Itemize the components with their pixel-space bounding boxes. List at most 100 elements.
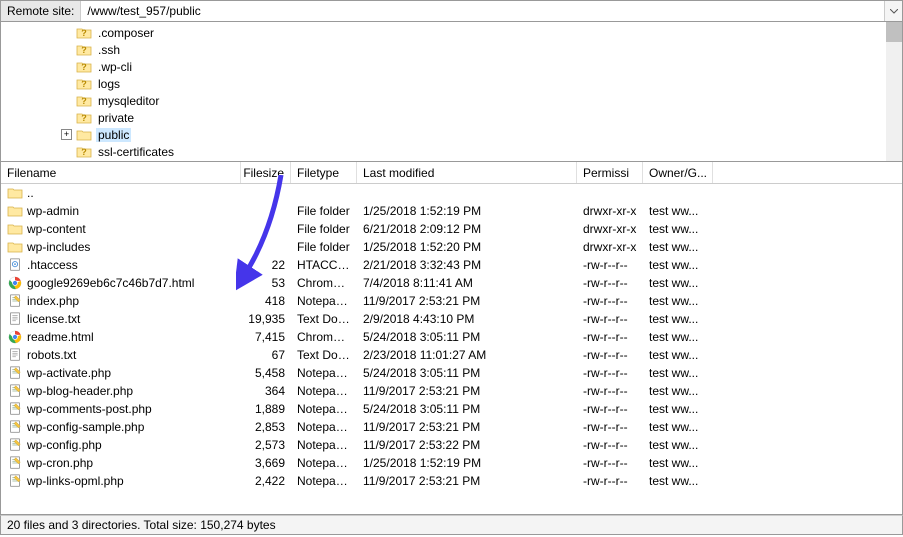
cell-modified: 11/9/2017 2:53:21 PM xyxy=(357,420,577,434)
cell-permissions: -rw-r--r-- xyxy=(577,258,643,272)
cell-filetype: Notepad... xyxy=(291,438,357,452)
tree-item[interactable]: +?logs xyxy=(1,75,902,92)
remote-path-dropdown[interactable] xyxy=(884,1,902,21)
cell-filesize: 7,415 xyxy=(241,330,291,344)
column-header-modified[interactable]: Last modified xyxy=(357,162,577,183)
notepad-icon xyxy=(7,402,23,416)
cell-filesize: 67 xyxy=(241,348,291,362)
file-row[interactable]: wp-comments-post.php1,889Notepad...5/24/… xyxy=(1,400,902,418)
notepad-icon xyxy=(7,474,23,488)
text-file-icon xyxy=(7,312,23,326)
chrome-icon xyxy=(7,330,23,344)
cell-permissions: -rw-r--r-- xyxy=(577,438,643,452)
folder-unknown-icon: ? xyxy=(76,94,92,108)
filename-text: wp-cron.php xyxy=(27,456,93,470)
filename-text: wp-config-sample.php xyxy=(27,420,144,434)
file-row[interactable]: wp-config-sample.php2,853Notepad...11/9/… xyxy=(1,418,902,436)
tree-item-label: public xyxy=(96,128,131,142)
filename-text: wp-admin xyxy=(27,204,79,218)
folder-unknown-icon: ? xyxy=(76,43,92,57)
cell-permissions: -rw-r--r-- xyxy=(577,294,643,308)
filename-text: wp-content xyxy=(27,222,86,236)
file-row[interactable]: wp-config.php2,573Notepad...11/9/2017 2:… xyxy=(1,436,902,454)
cell-filesize: 364 xyxy=(241,384,291,398)
cell-filetype: Notepad... xyxy=(291,402,357,416)
file-row[interactable]: wp-includesFile folder1/25/2018 1:52:20 … xyxy=(1,238,902,256)
file-row[interactable]: wp-links-opml.php2,422Notepad...11/9/201… xyxy=(1,472,902,490)
cell-owner: test ww... xyxy=(643,222,713,236)
folder-icon xyxy=(7,240,23,254)
cell-modified: 1/25/2018 1:52:19 PM xyxy=(357,456,577,470)
file-row[interactable]: wp-content File folder6/21/2018 2:09:12 P… xyxy=(1,220,902,238)
notepad-icon xyxy=(7,456,23,470)
cell-filename: wp-admin xyxy=(1,204,241,218)
cell-filesize: 2,853 xyxy=(241,420,291,434)
htaccess-icon xyxy=(7,258,23,272)
cell-owner: test ww... xyxy=(643,456,713,470)
tree-item[interactable]: +?ssl-certificates xyxy=(1,143,902,160)
cell-modified: 1/25/2018 1:52:19 PM xyxy=(357,204,577,218)
notepad-icon xyxy=(7,366,23,380)
cell-filename: .htaccess xyxy=(1,258,241,272)
tree-item-label: logs xyxy=(96,77,122,91)
file-row[interactable]: wp-cron.php 3,669Notepad...1/25/2018 1:52… xyxy=(1,454,902,472)
remote-path-input[interactable] xyxy=(81,2,884,20)
file-row[interactable]: wp-adminFile folder1/25/2018 1:52:19 PMd… xyxy=(1,202,902,220)
file-row[interactable]: readme.html7,415Chrome ...5/24/2018 3:05… xyxy=(1,328,902,346)
tree-item[interactable]: +?.ssh xyxy=(1,41,902,58)
cell-filetype: File folder xyxy=(291,222,357,236)
file-row[interactable]: .htaccess22HTACCE...2/21/2018 3:32:43 PM… xyxy=(1,256,902,274)
filename-text: wp-comments-post.php xyxy=(27,402,152,416)
tree-item-label: .composer xyxy=(96,26,156,40)
file-row[interactable]: wp-activate.php5,458Notepad...5/24/2018 … xyxy=(1,364,902,382)
cell-filename: robots.txt xyxy=(1,348,241,362)
column-header-owner[interactable]: Owner/G... xyxy=(643,162,713,183)
filename-text: wp-links-opml.php xyxy=(27,474,124,488)
cell-filesize: 3,669 xyxy=(241,456,291,470)
cell-filename: wp-activate.php xyxy=(1,366,241,380)
svg-text:?: ? xyxy=(81,45,87,55)
file-row[interactable]: robots.txt67Text Doc...2/23/2018 11:01:2… xyxy=(1,346,902,364)
scrollbar-thumb[interactable] xyxy=(886,22,902,42)
cell-filesize: 53 xyxy=(241,276,291,290)
file-row[interactable]: license.txt19,935Text Doc...2/9/2018 4:4… xyxy=(1,310,902,328)
file-row[interactable]: index.php418Notepad...11/9/2017 2:53:21 … xyxy=(1,292,902,310)
file-row[interactable]: .. xyxy=(1,184,902,202)
file-row[interactable]: google9269eb6c7c46b7d7.html53Chrome ...7… xyxy=(1,274,902,292)
cell-owner: test ww... xyxy=(643,384,713,398)
cell-modified: 6/21/2018 2:09:12 PM xyxy=(357,222,577,236)
folder-unknown-icon: ? xyxy=(76,145,92,159)
folder-icon xyxy=(7,186,23,200)
cell-modified: 11/9/2017 2:53:21 PM xyxy=(357,384,577,398)
file-list-body[interactable]: ..wp-adminFile folder1/25/2018 1:52:19 P… xyxy=(1,184,902,514)
cell-filetype: HTACCE... xyxy=(291,258,357,272)
tree-item[interactable]: +?.wp-cli xyxy=(1,58,902,75)
tree-item[interactable]: + public xyxy=(1,126,902,143)
filename-text: readme.html xyxy=(27,330,94,344)
svg-text:?: ? xyxy=(81,96,87,106)
cell-filetype: Notepad... xyxy=(291,456,357,470)
tree-item[interactable]: +?mysqleditor xyxy=(1,92,902,109)
tree-item[interactable]: +?private xyxy=(1,109,902,126)
cell-permissions: -rw-r--r-- xyxy=(577,384,643,398)
cell-filename: wp-blog-header.php xyxy=(1,384,241,398)
cell-permissions: -rw-r--r-- xyxy=(577,312,643,326)
file-list-header: Filename Filesize Filetype Last modified… xyxy=(1,162,902,184)
column-header-filename[interactable]: Filename xyxy=(1,162,241,183)
column-header-filesize[interactable]: Filesize xyxy=(241,162,291,183)
directory-tree[interactable]: +?.composer+?.ssh+?.wp-cli +? logs+?mysqle… xyxy=(0,22,903,162)
cell-modified: 5/24/2018 3:05:11 PM xyxy=(357,366,577,380)
file-row[interactable]: wp-blog-header.php364Notepad...11/9/2017… xyxy=(1,382,902,400)
filename-text: google9269eb6c7c46b7d7.html xyxy=(27,276,194,290)
column-header-permissions[interactable]: Permissi xyxy=(577,162,643,183)
cell-owner: test ww... xyxy=(643,258,713,272)
cell-permissions: -rw-r--r-- xyxy=(577,402,643,416)
cell-modified: 11/9/2017 2:53:21 PM xyxy=(357,294,577,308)
tree-scrollbar[interactable] xyxy=(886,22,902,161)
expander-icon[interactable]: + xyxy=(61,129,72,140)
column-header-filetype[interactable]: Filetype xyxy=(291,162,357,183)
folder-unknown-icon: ? xyxy=(76,77,92,91)
cell-owner: test ww... xyxy=(643,312,713,326)
notepad-icon xyxy=(7,294,23,308)
tree-item[interactable]: +?.composer xyxy=(1,24,902,41)
